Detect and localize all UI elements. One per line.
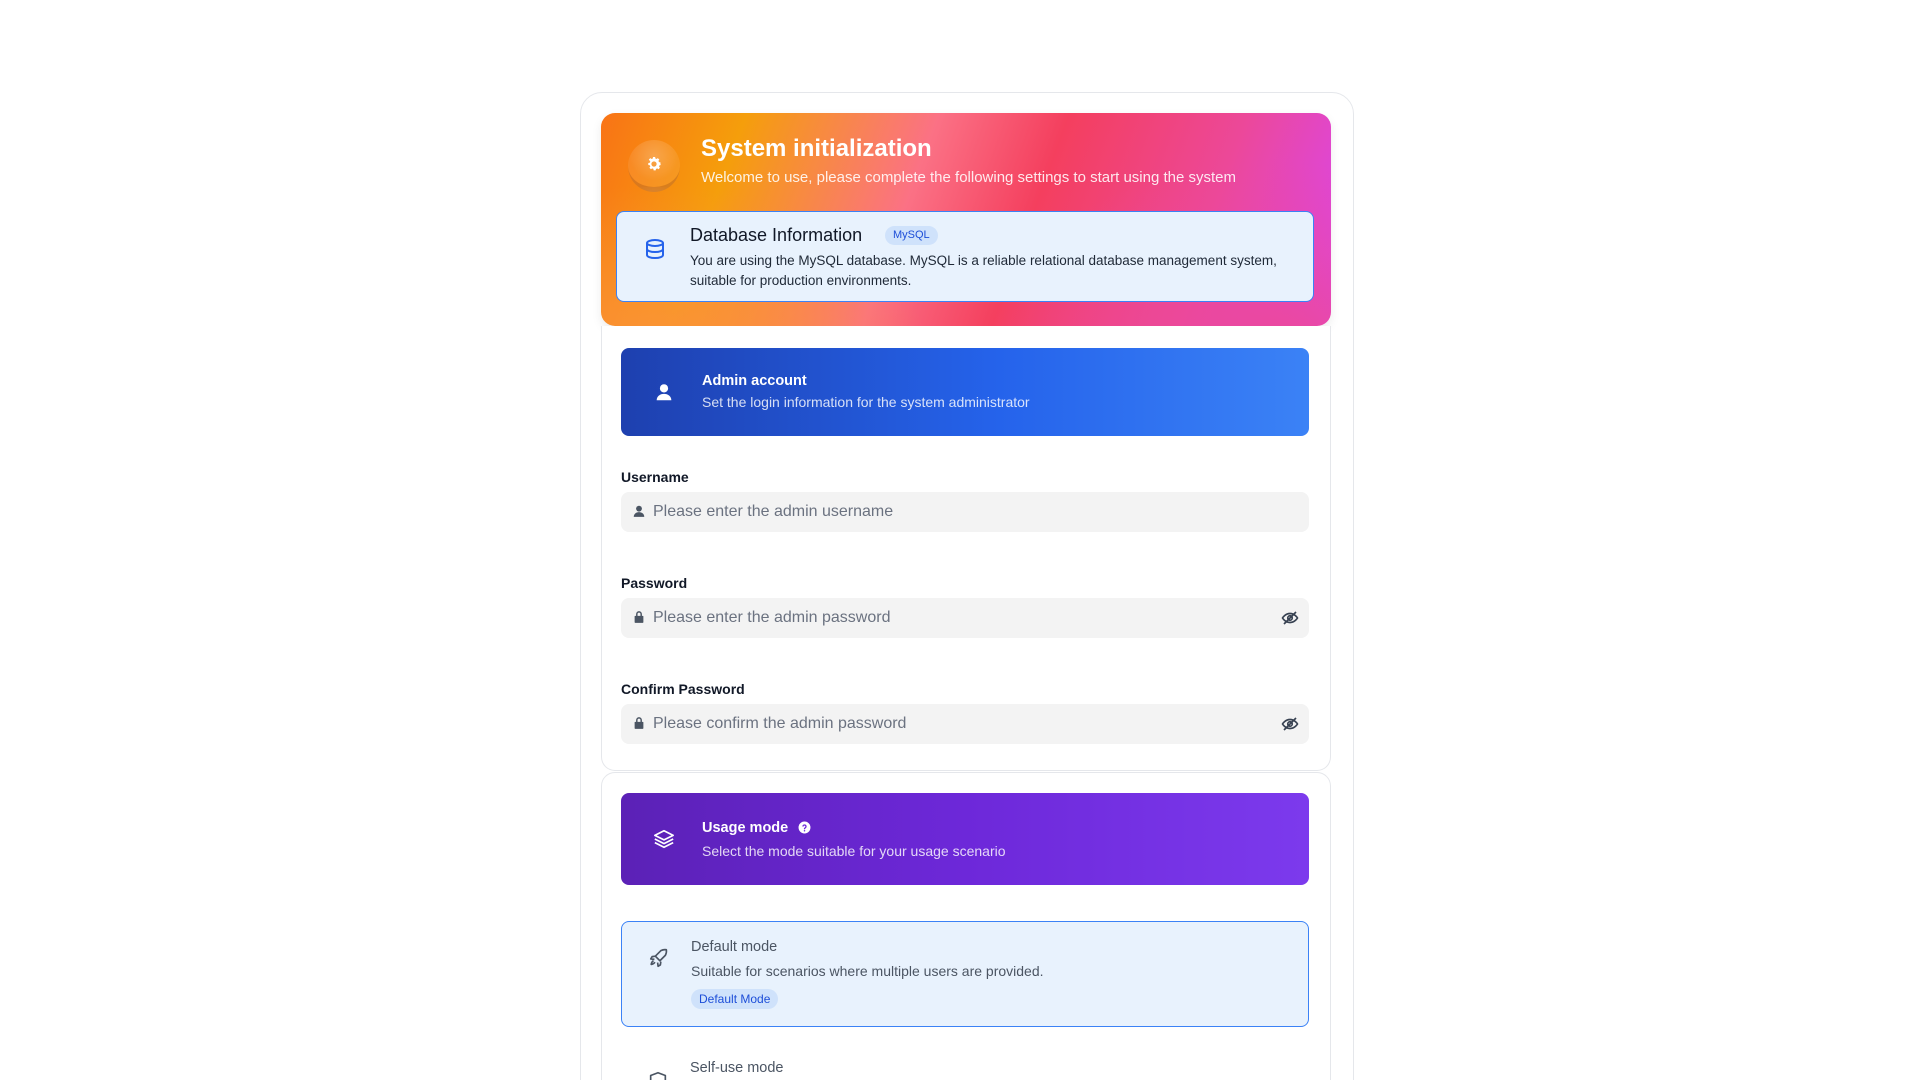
password-field (621, 598, 1309, 638)
username-field (621, 492, 1309, 532)
mode-option-title: Self-use mode (690, 1060, 784, 1076)
help-icon[interactable] (798, 821, 811, 834)
page-subtitle: Welcome to use, please complete the foll… (701, 169, 1236, 186)
rocket-icon (649, 948, 668, 968)
usage-mode-title: Usage mode (702, 820, 811, 836)
user-icon (633, 505, 645, 517)
gear-icon (628, 140, 680, 192)
password-label: Password (621, 575, 688, 591)
user-icon (656, 384, 672, 401)
eye-off-icon[interactable] (1281, 715, 1299, 733)
password-input[interactable] (653, 598, 1253, 638)
database-info-title: Database Information (690, 225, 863, 245)
database-type-badge: MySQL (885, 226, 938, 245)
layers-icon (654, 829, 674, 849)
usage-mode-banner: Usage mode Select the mode suitable for … (621, 793, 1309, 885)
username-input[interactable] (653, 492, 1253, 532)
eye-off-icon[interactable] (1281, 609, 1299, 627)
mode-option-title: Default mode (691, 939, 778, 955)
lock-icon (634, 717, 644, 729)
page-title: System initialization (701, 135, 932, 162)
mode-option-self-use[interactable]: Self-use mode (621, 1042, 1309, 1080)
mode-option-description: Suitable for scenarios where multiple us… (691, 963, 1044, 979)
default-mode-badge: Default Mode (691, 989, 779, 1009)
database-info-description: You are using the MySQL database. MySQL … (690, 253, 1277, 288)
admin-account-subtitle: Set the login information for the system… (702, 394, 1030, 410)
confirm-password-label: Confirm Password (621, 681, 745, 697)
admin-account-title: Admin account (702, 373, 807, 389)
database-info-panel: Database Information MySQL You are using… (616, 211, 1314, 302)
database-icon (646, 239, 664, 260)
mode-option-default[interactable]: Default mode Suitable for scenarios wher… (621, 921, 1309, 1027)
confirm-password-input[interactable] (653, 704, 1253, 744)
confirm-password-field (621, 704, 1309, 744)
shield-icon (649, 1071, 667, 1080)
usage-mode-subtitle: Select the mode suitable for your usage … (702, 843, 1006, 859)
admin-account-banner: Admin account Set the login information … (621, 348, 1309, 436)
usage-mode-title-text: Usage mode (702, 820, 789, 836)
lock-icon (634, 611, 644, 623)
username-label: Username (621, 469, 689, 485)
